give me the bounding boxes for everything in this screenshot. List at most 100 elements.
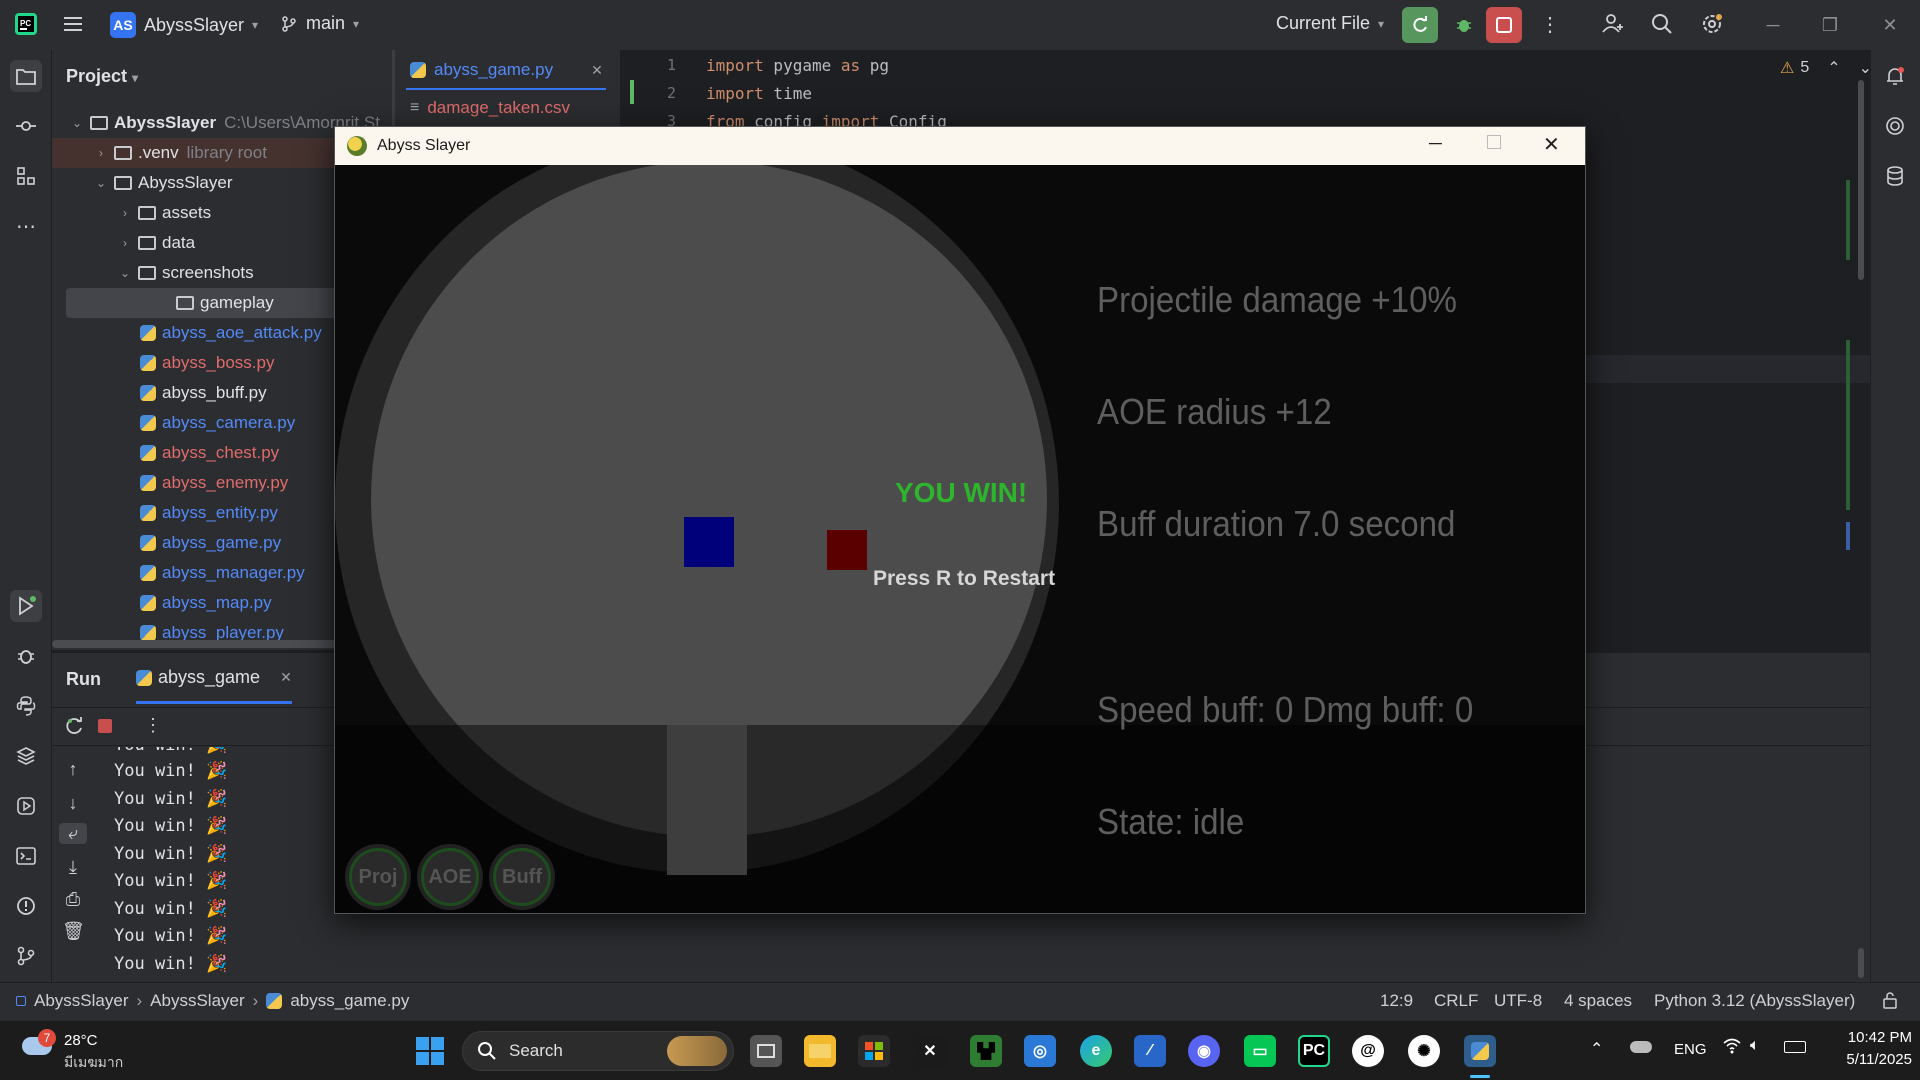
rerun-button[interactable] bbox=[1402, 7, 1438, 43]
tree-item-label: abyss_aoe_attack.py bbox=[162, 323, 322, 342]
settings-gear-icon[interactable] bbox=[1700, 12, 1724, 41]
python-app-icon[interactable] bbox=[1464, 1035, 1496, 1067]
maximize-button[interactable]: ❐ bbox=[1802, 0, 1858, 50]
threads-icon[interactable]: @ bbox=[1352, 1035, 1384, 1067]
git-icon[interactable] bbox=[10, 940, 42, 972]
game-canvas[interactable]: YOU WIN! Press R to Restart Projectile d… bbox=[335, 165, 1585, 913]
pycharm-logo[interactable]: PC bbox=[14, 12, 38, 36]
debug-button[interactable] bbox=[1446, 7, 1482, 43]
vertical-scrollbar[interactable] bbox=[1858, 80, 1864, 280]
debug-tool-icon[interactable] bbox=[10, 640, 42, 672]
file-encoding[interactable]: UTF-8 bbox=[1494, 991, 1542, 1011]
volume-icon[interactable]: 🔈︎ bbox=[1750, 1037, 1760, 1055]
scroll-to-end-icon[interactable]: ⤓ bbox=[62, 857, 84, 878]
vcs-branch-widget[interactable]: main ▾ bbox=[280, 13, 359, 34]
more-tools-icon[interactable]: ⋯ bbox=[10, 210, 42, 242]
pycharm-taskbar-icon[interactable]: PC bbox=[1298, 1035, 1330, 1067]
breadcrumb-item[interactable]: AbyssSlayer bbox=[34, 991, 128, 1011]
line-app-icon[interactable]: ▭ bbox=[1244, 1035, 1276, 1067]
python-console-icon[interactable] bbox=[10, 690, 42, 722]
code-with-me-icon[interactable] bbox=[1600, 10, 1626, 41]
breadcrumb-item[interactable]: abyss_game.py bbox=[290, 991, 409, 1011]
close-tab-icon[interactable]: ✕ bbox=[591, 62, 603, 79]
wifi-icon[interactable] bbox=[1722, 1037, 1742, 1060]
tree-item-label: abyss_entity.py bbox=[162, 503, 278, 522]
search-everywhere-icon[interactable] bbox=[1650, 12, 1674, 41]
inspection-widget[interactable]: ⚠ 5 ⌃ ⌄ bbox=[1780, 58, 1872, 78]
run-tab[interactable]: abyss_game ✕ bbox=[136, 667, 292, 688]
stop-icon[interactable] bbox=[98, 719, 112, 733]
python-interpreter[interactable]: Python 3.12 (AbyssSlayer) bbox=[1654, 991, 1855, 1011]
onedrive-icon[interactable] bbox=[1630, 1041, 1652, 1053]
game-minimize-button[interactable]: ─ bbox=[1429, 133, 1442, 154]
minimize-button[interactable]: ─ bbox=[1745, 0, 1801, 50]
code-line[interactable]: import time bbox=[706, 84, 812, 103]
horizontal-scrollbar[interactable] bbox=[52, 640, 382, 648]
editor-tab-abyss-game[interactable]: abyss_game.py ✕ bbox=[410, 52, 603, 88]
keyboard-language[interactable]: ENG bbox=[1674, 1041, 1707, 1058]
stop-button[interactable] bbox=[1486, 7, 1522, 43]
editor-tab-damage-csv[interactable]: ≡ damage_taken.csv bbox=[410, 90, 570, 126]
print-icon[interactable]: ⎙ bbox=[62, 889, 84, 910]
visual-studio-icon[interactable]: ∕ bbox=[1134, 1035, 1166, 1067]
game-window-title-bar[interactable]: Abyss Slayer ─ ✕ bbox=[335, 127, 1585, 165]
taskbar-search-box[interactable]: Search bbox=[462, 1031, 734, 1071]
breadcrumb-item[interactable]: AbyssSlayer bbox=[150, 991, 244, 1011]
more-actions-icon[interactable]: ⋮ bbox=[1540, 12, 1560, 37]
capcut-icon[interactable]: ✕ bbox=[914, 1035, 946, 1067]
photos-icon[interactable]: ◎ bbox=[1024, 1035, 1056, 1067]
problems-icon[interactable] bbox=[10, 890, 42, 922]
caret-position[interactable]: 12:9 bbox=[1380, 991, 1413, 1011]
chevron-right-icon: › bbox=[123, 206, 127, 220]
scroll-down-icon[interactable]: ↓ bbox=[62, 793, 84, 814]
close-tab-icon[interactable]: ✕ bbox=[280, 669, 292, 686]
rerun-icon[interactable] bbox=[64, 715, 86, 742]
tree-item-label: abyss_map.py bbox=[162, 593, 272, 612]
structure-icon[interactable] bbox=[10, 160, 42, 192]
code-line[interactable]: import pygame as pg bbox=[706, 56, 889, 75]
game-maximize-button[interactable] bbox=[1487, 135, 1501, 149]
weather-widget[interactable]: 7 28°C มีเมฆมาก bbox=[16, 1029, 136, 1073]
ai-assistant-icon[interactable] bbox=[1879, 110, 1911, 142]
notifications-bell-icon[interactable] bbox=[1879, 60, 1911, 92]
commit-icon[interactable] bbox=[10, 110, 42, 142]
file-explorer-icon[interactable] bbox=[804, 1035, 836, 1067]
discord-icon[interactable]: ◉ bbox=[1188, 1035, 1220, 1067]
skill-projectile-button[interactable]: Proj bbox=[349, 848, 407, 906]
battery-icon[interactable] bbox=[1784, 1041, 1806, 1053]
project-switcher[interactable]: AS AbyssSlayer ▾ bbox=[110, 12, 258, 38]
chatgpt-icon[interactable]: ✺ bbox=[1408, 1035, 1440, 1067]
game-close-button[interactable]: ✕ bbox=[1543, 132, 1560, 157]
task-view-icon[interactable] bbox=[750, 1035, 782, 1067]
show-hidden-icons[interactable]: ⌃ bbox=[1590, 1039, 1603, 1059]
terminal-icon[interactable] bbox=[10, 840, 42, 872]
run-tool-icon[interactable] bbox=[10, 590, 42, 622]
lock-icon[interactable] bbox=[1882, 991, 1898, 1014]
database-icon[interactable] bbox=[1879, 160, 1911, 192]
edge-browser-icon[interactable]: e bbox=[1080, 1035, 1112, 1067]
skill-aoe-button[interactable]: AOE bbox=[421, 848, 479, 906]
soft-wrap-icon[interactable]: ⤶ bbox=[59, 823, 87, 844]
tree-item-label: abyss_camera.py bbox=[162, 413, 296, 432]
python-packages-icon[interactable] bbox=[10, 740, 42, 772]
scroll-up-icon[interactable]: ↑ bbox=[62, 759, 84, 780]
chevron-up-icon[interactable]: ⌃ bbox=[1827, 58, 1840, 78]
minecraft-icon[interactable] bbox=[970, 1035, 1002, 1067]
trash-icon[interactable]: 🗑 bbox=[62, 921, 85, 942]
main-menu-icon[interactable] bbox=[62, 13, 84, 35]
close-button[interactable]: ✕ bbox=[1862, 0, 1918, 50]
run-config-selector[interactable]: Current File ▾ bbox=[1276, 13, 1384, 34]
project-panel-title: Project bbox=[66, 66, 128, 86]
clock-time[interactable]: 10:42 PM bbox=[1832, 1029, 1912, 1046]
indent-setting[interactable]: 4 spaces bbox=[1564, 991, 1632, 1011]
skill-buff-button[interactable]: Buff bbox=[493, 848, 551, 906]
line-separator[interactable]: CRLF bbox=[1434, 991, 1478, 1011]
services-icon[interactable] bbox=[10, 790, 42, 822]
clock-date[interactable]: 5/11/2025 bbox=[1822, 1051, 1912, 1068]
microsoft-store-icon[interactable] bbox=[858, 1035, 890, 1067]
vertical-scrollbar[interactable] bbox=[1858, 948, 1864, 978]
project-folder-icon[interactable] bbox=[10, 60, 42, 92]
start-button[interactable] bbox=[414, 1035, 446, 1067]
more-actions-icon[interactable]: ⋮ bbox=[144, 715, 162, 736]
project-panel-header[interactable]: Project ▾ bbox=[66, 66, 138, 87]
